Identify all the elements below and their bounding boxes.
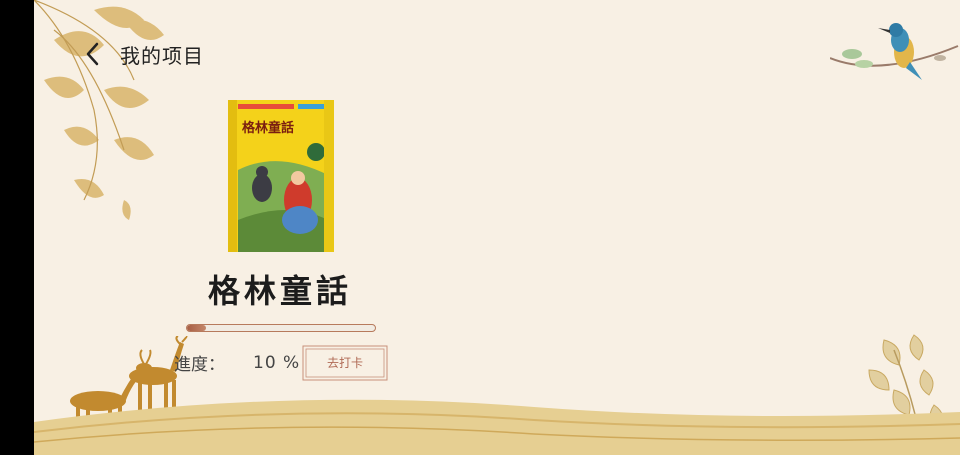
checkin-button-label: 去打卡 bbox=[326, 356, 363, 370]
progress-label: 進度： bbox=[174, 355, 225, 375]
kingfisher-branch-decoration bbox=[830, 23, 959, 80]
progress-bar-fill bbox=[187, 325, 206, 331]
left-black-bar bbox=[0, 0, 34, 455]
app-screen: 我的项目 格林童話 格林童話 進度： 10 % 去打卡 bbox=[34, 0, 960, 455]
back-button[interactable] bbox=[78, 34, 106, 74]
golden-ground-decoration bbox=[34, 399, 960, 455]
progress-row: 進度： 10 % bbox=[174, 350, 301, 376]
cover-title-text: 格林童話 bbox=[242, 120, 294, 136]
progress-bar bbox=[186, 324, 376, 332]
progress-value: 10 % bbox=[253, 352, 301, 373]
chevron-left-icon bbox=[86, 42, 99, 66]
checkin-button[interactable]: 去打卡 bbox=[302, 345, 388, 381]
page-title: 我的项目 bbox=[120, 43, 204, 68]
header-bar: 我的项目 bbox=[78, 34, 204, 74]
project-title: 格林童話 bbox=[207, 272, 352, 310]
book-cover-image[interactable]: 格林童話 bbox=[228, 100, 334, 252]
